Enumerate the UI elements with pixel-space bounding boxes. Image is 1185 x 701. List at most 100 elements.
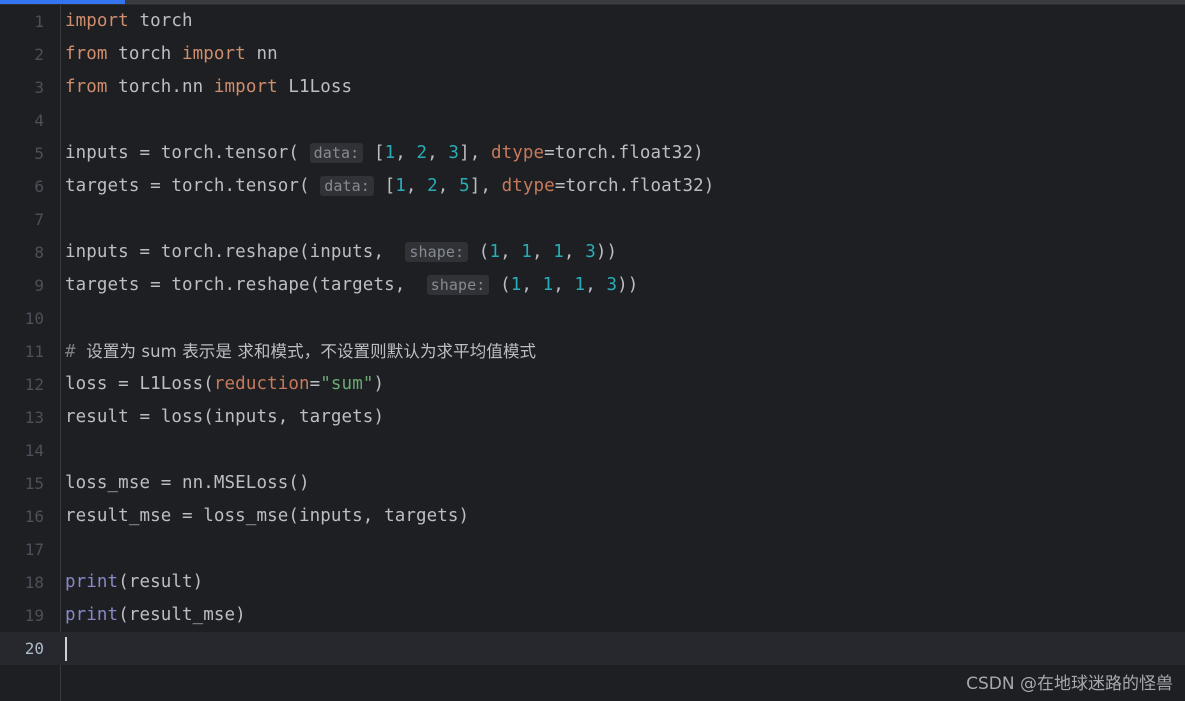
- code-line[interactable]: 3 from torch.nn import L1Loss: [0, 71, 1185, 104]
- line-number: 7: [34, 210, 44, 229]
- code-line[interactable]: 17: [0, 533, 1185, 566]
- code-token: =: [309, 374, 321, 394]
- line-number: 17: [24, 540, 44, 559]
- code-line[interactable]: 16 result_mse = loss_mse(inputs, targets): [0, 500, 1185, 533]
- code-token: ): [373, 374, 385, 394]
- code-token: ,: [563, 242, 586, 262]
- code-token: 设置为 sum 表示是 求和模式，不设置则默认为求平均值模式: [86, 342, 537, 361]
- line-number: 3: [34, 78, 44, 97]
- line-text: inputs = torch.tensor( data: [1, 2, 3], …: [65, 137, 704, 170]
- line-number: 18: [24, 573, 44, 592]
- code-token: 5: [459, 176, 470, 196]
- code-token: print: [65, 605, 119, 625]
- code-token: from: [65, 44, 108, 64]
- line-text: print(result_mse): [65, 599, 246, 632]
- code-token: dtype: [490, 143, 545, 163]
- code-line[interactable]: 19 print(result_mse): [0, 599, 1185, 632]
- code-token: (: [500, 275, 511, 295]
- code-token: loss_mse = nn.MSELoss(): [65, 473, 310, 493]
- code-token: ,: [553, 275, 575, 295]
- code-token: (result_mse): [118, 605, 246, 625]
- code-token: 1: [553, 242, 564, 262]
- line-number: 4: [34, 111, 44, 130]
- code-token: from: [65, 77, 108, 97]
- code-token: 1: [489, 242, 501, 262]
- code-line[interactable]: 14: [0, 434, 1185, 467]
- code-token: 3: [448, 143, 460, 163]
- code-line[interactable]: 13 result = loss(inputs, targets): [0, 401, 1185, 434]
- code-line[interactable]: 6 targets = torch.tensor( data: [1, 2, 5]…: [0, 170, 1185, 203]
- code-token: =torch.float32): [554, 176, 715, 196]
- code-line[interactable]: 4: [0, 104, 1185, 137]
- code-token: ,: [427, 143, 449, 163]
- line-text: loss_mse = nn.MSELoss(): [65, 467, 310, 500]
- line-text: targets = torch.reshape(targets, shape: …: [65, 269, 638, 302]
- line-text: targets = torch.tensor( data: [1, 2, 5],…: [65, 170, 714, 203]
- code-token: torch.nn: [107, 77, 214, 97]
- code-token: nn: [245, 44, 278, 64]
- code-line[interactable]: 15 loss_mse = nn.MSELoss(): [0, 467, 1185, 500]
- code-lines-container[interactable]: 1 import torch 2 from torch import nn 3 from …: [0, 5, 1185, 665]
- inlay-hint[interactable]: data:: [309, 143, 364, 163]
- code-line[interactable]: 20: [0, 632, 1185, 665]
- code-token: torch: [139, 11, 193, 31]
- code-line[interactable]: 5 inputs = torch.tensor( data: [1, 2, 3],…: [0, 137, 1185, 170]
- code-line[interactable]: 9 targets = torch.reshape(targets, shape:…: [0, 269, 1185, 302]
- code-token: ,: [395, 143, 417, 163]
- line-text: from torch.nn import L1Loss: [65, 71, 352, 104]
- code-token: [: [373, 143, 385, 163]
- line-text: loss = L1Loss(reduction="sum"): [65, 368, 384, 401]
- code-line[interactable]: 18 print(result): [0, 566, 1185, 599]
- code-token: ,: [532, 242, 554, 262]
- code-token: 1: [574, 275, 586, 295]
- code-token: torch: [107, 44, 182, 64]
- code-token: [: [384, 176, 396, 196]
- line-number: 12: [24, 375, 44, 394]
- code-line[interactable]: 12 loss = L1Loss(reduction="sum"): [0, 368, 1185, 401]
- line-number: 2: [34, 45, 44, 64]
- code-token: loss = L1Loss(: [65, 374, 214, 394]
- code-token: #: [65, 342, 87, 362]
- inlay-hint[interactable]: shape:: [405, 242, 469, 262]
- code-token: ,: [521, 275, 543, 295]
- inlay-hint[interactable]: shape:: [426, 275, 490, 295]
- line-number: 14: [24, 441, 44, 460]
- code-token: result_mse = loss_mse(inputs, targets): [65, 506, 470, 526]
- line-text: import torch: [65, 5, 193, 38]
- code-token: 3: [606, 275, 618, 295]
- line-number: 20: [24, 639, 44, 658]
- code-line[interactable]: 7: [0, 203, 1185, 236]
- code-token: inputs = torch.tensor(: [65, 143, 299, 163]
- code-token: 3: [585, 242, 596, 262]
- code-line[interactable]: 2 from torch import nn: [0, 38, 1185, 71]
- line-text: inputs = torch.reshape(inputs, shape: (1…: [65, 236, 617, 269]
- code-token: )): [595, 242, 618, 262]
- code-token: result = loss(inputs, targets): [65, 407, 385, 427]
- code-line[interactable]: 11 # 设置为 sum 表示是 求和模式，不设置则默认为求平均值模式: [0, 335, 1185, 368]
- inlay-hint[interactable]: data:: [320, 176, 374, 196]
- code-token: ,: [405, 176, 428, 196]
- line-number: 5: [34, 144, 44, 163]
- code-line[interactable]: 10: [0, 302, 1185, 335]
- code-token: ,: [500, 242, 522, 262]
- code-editor-surface[interactable]: 1 import torch 2 from torch import nn 3 from …: [0, 5, 1185, 701]
- code-token: )): [617, 275, 639, 295]
- code-line[interactable]: 1 import torch: [0, 5, 1185, 38]
- code-line[interactable]: 8 inputs = torch.reshape(inputs, shape: (…: [0, 236, 1185, 269]
- code-token: targets = torch.tensor(: [65, 176, 310, 196]
- code-token: import: [65, 11, 129, 31]
- line-number: 11: [24, 342, 44, 361]
- code-token: =torch.float32): [544, 143, 704, 163]
- code-token: 2: [416, 143, 428, 163]
- code-token: 1: [395, 176, 406, 196]
- code-token: targets = torch.reshape(targets,: [65, 275, 416, 295]
- code-token: import: [182, 44, 246, 64]
- code-token: ,: [437, 176, 460, 196]
- line-number: 16: [24, 507, 44, 526]
- line-number: 9: [34, 276, 44, 295]
